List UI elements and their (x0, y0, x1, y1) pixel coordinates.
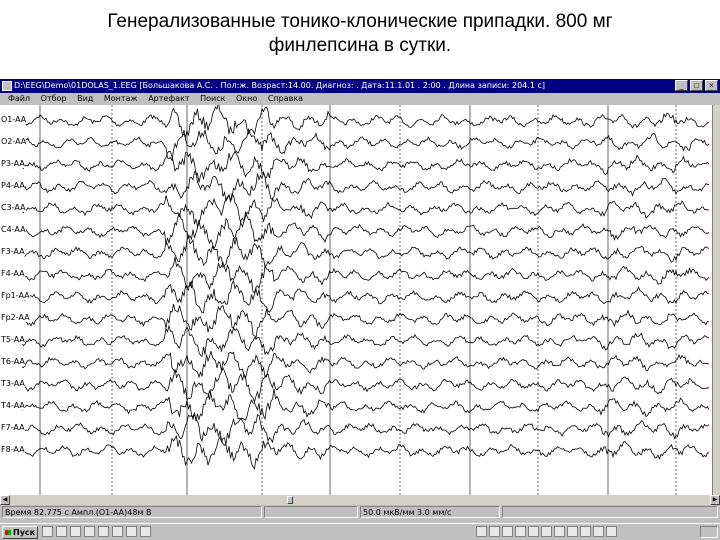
eeg-traces-svg (21, 105, 710, 495)
quicklaunch-icon-5[interactable] (98, 526, 109, 537)
channel-label: T3-AA (1, 379, 25, 388)
app-icon (2, 81, 12, 91)
menu-item-view[interactable]: Вид (77, 93, 93, 105)
eeg-trace (21, 105, 710, 139)
eeg-viewer-window: D:\EEG\Demo\01DOLAS_1.EEG [Большакова А.… (0, 79, 720, 540)
quicklaunch-icon-7[interactable] (126, 526, 137, 537)
eeg-trace (21, 388, 710, 422)
channel-label: C4-AA (1, 225, 26, 234)
tray-icon-5[interactable] (528, 526, 539, 537)
window-title: D:\EEG\Demo\01DOLAS_1.EEG [Большакова А.… (14, 81, 545, 90)
channel-label: O1-AA (1, 115, 27, 124)
channel-label: F3-AA (1, 247, 25, 256)
status-scale: 50.0 мкВ/мм 3.0 мм/с (360, 506, 500, 518)
start-button[interactable]: Пуск (2, 526, 38, 539)
eeg-trace (21, 127, 710, 162)
channel-label: P3-AA (1, 159, 25, 168)
scroll-left-arrow-icon[interactable]: ◀ (0, 495, 10, 505)
maximize-button[interactable]: □ (690, 80, 703, 91)
start-button-label: Пуск (13, 528, 36, 537)
eeg-trace (21, 350, 710, 381)
eeg-trace (21, 171, 710, 204)
tray-icon-1[interactable] (476, 526, 487, 537)
vertical-scrollbar[interactable] (712, 105, 720, 495)
menu-item-help[interactable]: Справка (268, 93, 303, 105)
scroll-thumb[interactable] (287, 496, 293, 504)
menu-item-montage[interactable]: Монтаж (104, 93, 138, 105)
close-button[interactable]: × (705, 80, 718, 91)
quicklaunch-icon-3[interactable] (70, 526, 81, 537)
eeg-trace (21, 324, 710, 357)
slide-title-line-1: Генерализованные тонико-клонические прип… (107, 11, 613, 32)
tray-icon-9[interactable] (580, 526, 591, 537)
eeg-trace (21, 256, 710, 294)
tray-icon-3[interactable] (502, 526, 513, 537)
quicklaunch-icon-2[interactable] (56, 526, 67, 537)
menu-bar: Файл Отбор Вид Монтаж Артефакт Поиск Окн… (0, 93, 720, 105)
menu-item-window[interactable]: Окно (236, 93, 257, 105)
eeg-trace (21, 303, 710, 339)
windows-flag-icon (5, 530, 11, 535)
menu-item-artifact[interactable]: Артефакт (148, 93, 189, 105)
tray-icon-2[interactable] (489, 526, 500, 537)
status-extra-cell (502, 506, 718, 518)
quicklaunch-icon-4[interactable] (84, 526, 95, 537)
eeg-trace-area[interactable]: O1-AA O2-AA P3-AA P4-AA C3-AA C4-AA F3-AA F4-AA… (0, 105, 712, 521)
eeg-trace (21, 367, 710, 404)
channel-label: O2-AA (1, 137, 27, 146)
status-empty-cell (264, 506, 358, 518)
channel-label: F8-AA (1, 445, 25, 454)
channel-label: F4-AA (1, 269, 25, 278)
minimize-button[interactable]: _ (675, 80, 688, 91)
eeg-trace (21, 279, 710, 314)
channel-label: T4-AA (1, 401, 25, 410)
eeg-trace (21, 192, 710, 228)
quicklaunch-icon-1[interactable] (42, 526, 53, 537)
channel-label: T5-AA (1, 335, 25, 344)
channel-label: P4-AA (1, 181, 25, 190)
quicklaunch-icon-8[interactable] (140, 526, 151, 537)
channel-label: Fp1-AA (1, 291, 30, 300)
window-title-bar[interactable]: D:\EEG\Demo\01DOLAS_1.EEG [Большакова А.… (0, 79, 720, 93)
channel-label: F7-AA (1, 423, 25, 432)
slide-title-line-2: финлепсина в сутки. (268, 35, 452, 56)
tray-icon-7[interactable] (554, 526, 565, 537)
tray-icon-11[interactable] (606, 526, 617, 537)
eeg-trace (21, 434, 710, 470)
horizontal-scrollbar[interactable]: ◀ ▶ (0, 495, 720, 505)
menu-item-file[interactable]: Файл (8, 93, 30, 105)
slide-title: Генерализованные тонико-клонические прип… (0, 10, 720, 58)
status-bar: Время 82.775 с Ампл.(O1-AA)48м В 50.0 мк… (0, 505, 720, 519)
quicklaunch-icon-6[interactable] (112, 526, 123, 537)
tray-clock[interactable] (700, 526, 718, 538)
tray-icon-6[interactable] (541, 526, 552, 537)
channel-label: C3-AA (1, 203, 26, 212)
status-time-amplitude: Время 82.775 с Ампл.(O1-AA)48м В (2, 506, 262, 518)
menu-item-select[interactable]: Отбор (41, 93, 67, 105)
menu-item-search[interactable]: Поиск (200, 93, 225, 105)
tray-icon-8[interactable] (567, 526, 578, 537)
tray-icon-10[interactable] (593, 526, 604, 537)
channel-label: Fp2-AA (1, 313, 30, 322)
eeg-trace (21, 234, 710, 269)
channel-label: T6-AA (1, 357, 25, 366)
tray-icon-4[interactable] (515, 526, 526, 537)
eeg-trace (21, 150, 710, 183)
scroll-right-arrow-icon[interactable]: ▶ (710, 495, 720, 505)
eeg-trace (21, 411, 710, 446)
taskbar: Пуск (0, 523, 720, 540)
eeg-trace (21, 210, 710, 250)
